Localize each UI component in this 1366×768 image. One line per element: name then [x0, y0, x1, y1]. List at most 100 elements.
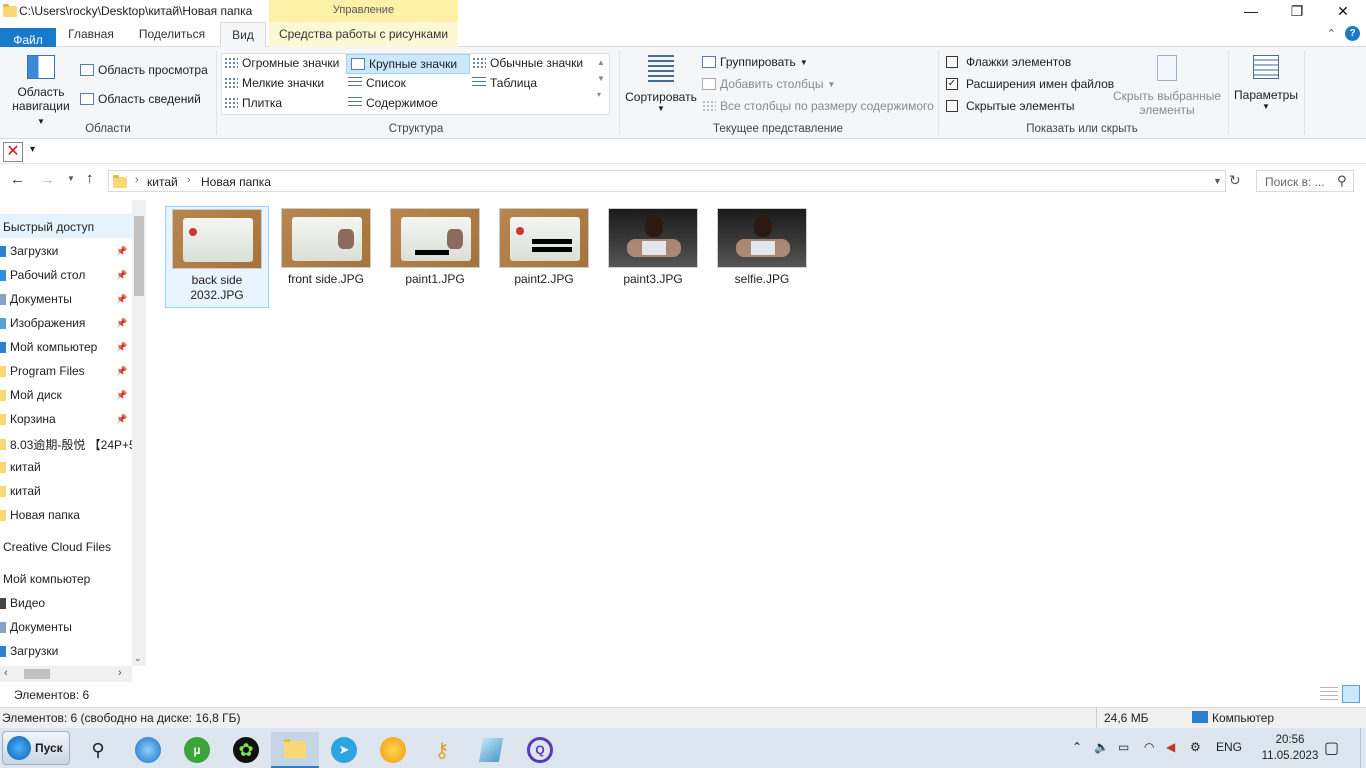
battery-icon[interactable]: ▭ [1118, 740, 1129, 754]
address-bar[interactable]: › китай › Новая папка ▼ [108, 170, 1226, 192]
forward-icon[interactable]: → [40, 171, 55, 188]
search-icon[interactable]: ⚲ [1337, 173, 1347, 189]
add-columns-button[interactable]: Добавить столбцы ▼ [702, 77, 835, 91]
sound-alert-icon[interactable]: ◀ [1166, 740, 1175, 754]
tab-share[interactable]: Поделиться [128, 22, 216, 47]
taskbar-app-keys[interactable]: ⚷ [418, 732, 466, 768]
taskbar-app-notes[interactable] [467, 732, 515, 768]
nav-item-recent-1[interactable]: 8.03逾期-殷悦 【24P+5 [0, 436, 136, 453]
breadcrumb-kitay[interactable]: китай [147, 175, 178, 189]
layout-extra-large-icons[interactable]: Огромные значки [224, 56, 339, 70]
nav-item-recycle-bin[interactable]: Корзина [0, 412, 56, 426]
recent-locations-icon[interactable]: ▼ [67, 174, 75, 183]
file-extensions-checkbox[interactable]: ✓ [946, 78, 958, 90]
hide-selected-button[interactable]: Скрыть выбранные элементы [1112, 55, 1222, 117]
breadcrumb-separator-icon[interactable]: › [135, 174, 139, 186]
pin-icon[interactable]: 📌 [116, 294, 127, 305]
layout-tiles[interactable]: Плитка [224, 96, 282, 110]
nav-item-program-files[interactable]: Program Files [0, 364, 85, 378]
nav-item-desktop[interactable]: Рабочий стол [0, 268, 85, 282]
nav-item-pictures[interactable]: Изображения [0, 316, 85, 330]
nav-horizontal-scrollbar[interactable]: ‹ › [0, 666, 132, 682]
file-item[interactable]: paint3.JPG [601, 206, 705, 291]
nav-item-recent-3[interactable]: китай [0, 484, 41, 498]
layout-details[interactable]: Таблица [472, 76, 537, 90]
pin-icon[interactable]: 📌 [116, 366, 127, 377]
show-desktop-button[interactable] [1360, 728, 1366, 768]
close-button[interactable]: ✕ [1320, 0, 1366, 22]
file-item[interactable]: selfie.JPG [710, 206, 814, 291]
back-icon[interactable]: ← [10, 171, 25, 188]
delete-icon[interactable]: ✕ [3, 142, 23, 162]
language-indicator[interactable]: ENG [1216, 740, 1242, 754]
nav-creative-cloud[interactable]: Creative Cloud Files [3, 540, 111, 554]
tray-overflow-icon[interactable]: ⌃ [1072, 740, 1082, 754]
file-item[interactable]: back side 2032.JPG [165, 206, 269, 308]
taskbar-app-utorrent[interactable]: µ [173, 732, 221, 768]
scroll-right-icon[interactable]: › [118, 667, 122, 679]
layout-list[interactable]: Список [348, 76, 406, 90]
taskbar-app-smiley[interactable] [369, 732, 417, 768]
pin-icon[interactable]: 📌 [116, 246, 127, 257]
pin-icon[interactable]: 📌 [116, 342, 127, 353]
taskbar-app-q[interactable]: Q [516, 732, 564, 768]
pin-icon[interactable]: 📌 [116, 414, 127, 425]
nav-vertical-scrollbar[interactable]: ⌄ [132, 200, 146, 666]
file-item[interactable]: paint1.JPG [383, 206, 487, 291]
search-taskbar-button[interactable]: ⚲ [74, 732, 122, 768]
layout-content[interactable]: Содержимое [348, 96, 438, 110]
navigation-pane-button[interactable]: Область навигации ▼ [8, 55, 74, 127]
nav-item-pc-downloads[interactable]: Загрузки [0, 644, 58, 658]
nav-this-pc[interactable]: Мой компьютер [3, 572, 90, 586]
gallery-scroll-icon[interactable]: ▲ ▼ ▾ [597, 55, 605, 103]
nav-item-videos[interactable]: Видео [0, 596, 45, 610]
file-item[interactable]: front side.JPG [274, 206, 378, 291]
pin-icon[interactable]: 📌 [116, 318, 127, 329]
item-checkboxes-toggle[interactable]: Флажки элементов [946, 55, 1071, 69]
scroll-thumb[interactable] [24, 669, 50, 679]
nav-item-recent-4[interactable]: Новая папка [0, 508, 80, 522]
wifi-icon[interactable]: ◠ [1144, 740, 1154, 754]
refresh-icon[interactable]: ↻ [1229, 172, 1241, 189]
taskbar-app-telegram[interactable]: ➤ [320, 732, 368, 768]
scroll-left-icon[interactable]: ‹ [4, 667, 8, 679]
large-icons-view-icon[interactable] [1342, 685, 1360, 703]
layout-large-icons[interactable]: Крупные значки [346, 54, 470, 74]
group-by-button[interactable]: Группировать ▼ [702, 55, 808, 69]
hidden-items-toggle[interactable]: Скрытые элементы [946, 99, 1075, 113]
preview-pane-button[interactable]: Область просмотра [80, 63, 208, 77]
tab-picture-tools[interactable]: Средства работы с рисунками [269, 22, 458, 47]
search-box[interactable]: Поиск в: ... ⚲ [1256, 170, 1354, 192]
up-icon[interactable]: ↑ [86, 170, 94, 187]
address-dropdown-icon[interactable]: ▼ [1213, 176, 1222, 186]
maximize-button[interactable]: ❐ [1274, 0, 1320, 22]
file-item[interactable]: paint2.JPG [492, 206, 596, 291]
nav-item-my-disk[interactable]: Мой диск [0, 388, 62, 402]
notification-app-icon[interactable]: ⚙ [1190, 740, 1201, 754]
customize-toolbar-icon[interactable]: ▾ [30, 144, 35, 155]
nav-item-recent-2[interactable]: китай [0, 460, 41, 474]
notifications-icon[interactable]: ▢ [1324, 738, 1339, 758]
sort-by-button[interactable]: Сортировать ▼ [625, 55, 697, 113]
scroll-thumb[interactable] [134, 216, 144, 296]
volume-icon[interactable]: 🔈 [1094, 740, 1109, 754]
scroll-down-icon[interactable]: ⌄ [134, 653, 142, 664]
taskbar-app-icq[interactable]: ✿ [222, 732, 270, 768]
nav-item-downloads[interactable]: Загрузки [0, 244, 58, 258]
start-button[interactable]: Пуск [2, 731, 70, 765]
nav-item-documents[interactable]: Документы [0, 292, 72, 306]
layout-medium-icons[interactable]: Обычные значки [472, 56, 583, 70]
tab-view[interactable]: Вид [220, 22, 266, 48]
details-pane-button[interactable]: Область сведений [80, 92, 201, 106]
tab-home[interactable]: Главная [60, 22, 122, 47]
breadcrumb-separator-icon[interactable]: › [187, 174, 191, 186]
pin-icon[interactable]: 📌 [116, 270, 127, 281]
taskbar-app-explorer[interactable] [271, 732, 319, 768]
search-input[interactable]: Поиск в: ... [1265, 175, 1325, 189]
taskbar-app-browser[interactable] [124, 732, 172, 768]
clock[interactable]: 20:56 11.05.2023 [1256, 732, 1324, 764]
file-view[interactable]: back side 2032.JPG front side.JPG paint1… [148, 200, 1366, 682]
breadcrumb-new-folder[interactable]: Новая папка [201, 175, 271, 189]
collapse-ribbon-icon[interactable]: ⌃ [1327, 27, 1336, 40]
nav-item-pc-documents[interactable]: Документы [0, 620, 72, 634]
